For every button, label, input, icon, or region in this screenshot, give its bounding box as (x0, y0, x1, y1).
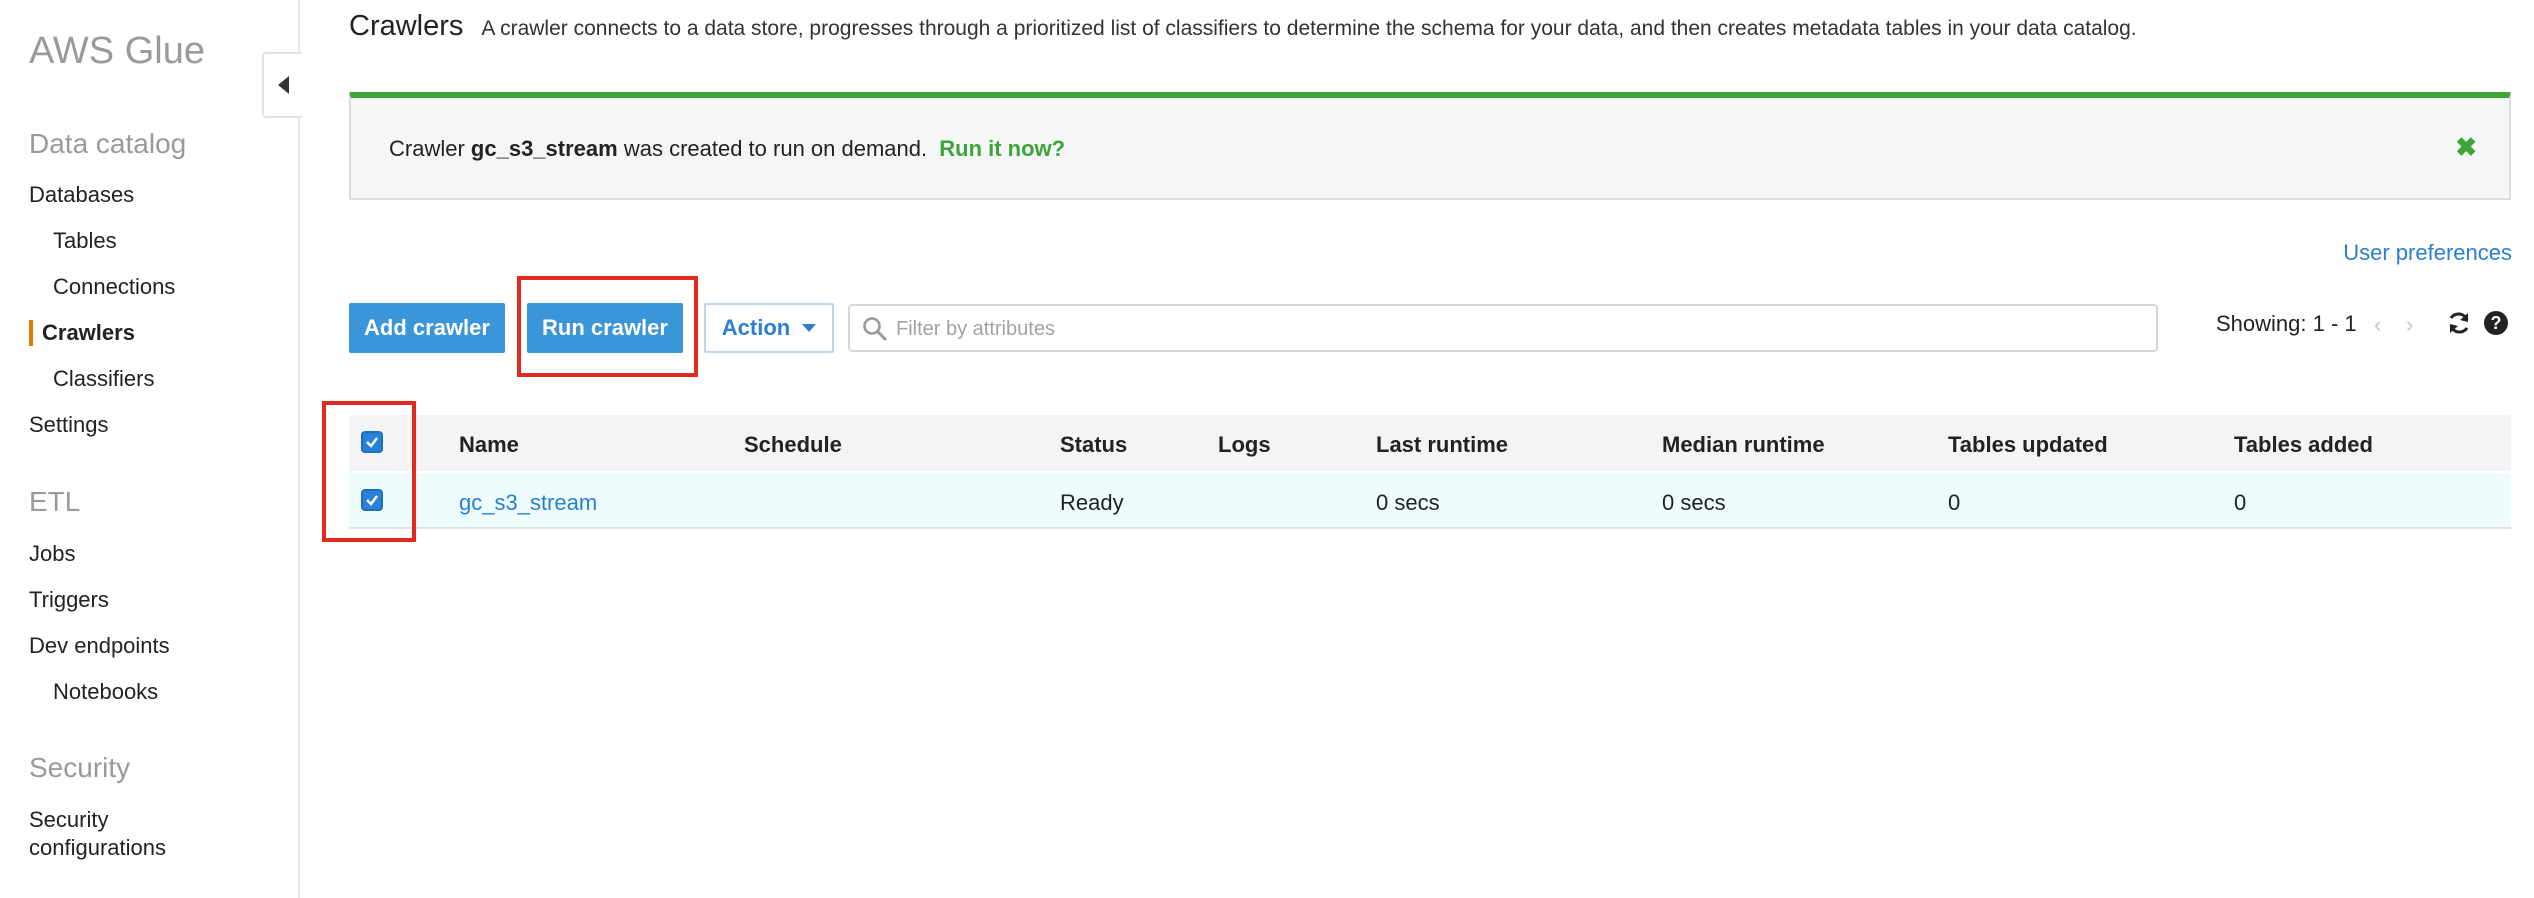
sidebar-item-classifiers[interactable]: Classifiers (53, 366, 154, 392)
col-logs[interactable]: Logs (1218, 432, 1271, 458)
action-dropdown[interactable]: Action (704, 303, 834, 353)
cell-tables-updated: 0 (1948, 490, 1961, 515)
table-header: Name Schedule Status Logs Last runtime M… (349, 415, 2511, 471)
table-row[interactable]: gc_s3_stream Ready 0 secs 0 secs 0 0 (349, 473, 2511, 529)
brand-title[interactable]: AWS Glue (29, 30, 205, 73)
sidebar-item-databases[interactable]: Databases (29, 182, 134, 208)
col-name[interactable]: Name (459, 432, 519, 458)
sidebar-item-dev-endpoints[interactable]: Dev endpoints (29, 633, 170, 659)
sidebar-item-security-configurations[interactable]: Security (29, 807, 108, 833)
pagination-status: Showing: 1 - 1 (2216, 311, 2357, 336)
sidebar-item-triggers[interactable]: Triggers (29, 587, 109, 613)
cell-status: Ready (1060, 490, 1124, 515)
run-crawler-button[interactable]: Run crawler (527, 303, 683, 353)
aws-glue-console: AWS Glue Data catalog Databases Tables C… (0, 0, 2534, 898)
page-description: A crawler connects to a data store, prog… (481, 17, 2137, 40)
sidebar-item-connections[interactable]: Connections (53, 274, 175, 300)
sidebar-item-settings[interactable]: Settings (29, 412, 109, 438)
search-icon (863, 317, 887, 341)
col-last-runtime[interactable]: Last runtime (1376, 432, 1508, 458)
col-status[interactable]: Status (1060, 432, 1127, 458)
message-suffix: was created to run on demand. (623, 136, 928, 161)
col-schedule[interactable]: Schedule (744, 432, 842, 458)
run-it-now-link[interactable]: Run it now? (939, 136, 1065, 161)
sidebar: AWS Glue Data catalog Databases Tables C… (0, 0, 300, 898)
add-crawler-button[interactable]: Add crawler (349, 303, 505, 353)
caret-down-icon (802, 324, 817, 332)
action-label: Action (721, 315, 791, 340)
sidebar-item-notebooks[interactable]: Notebooks (53, 679, 158, 705)
section-security: Security (29, 752, 131, 783)
help-icon[interactable]: ? (2484, 311, 2508, 335)
crawler-name-link[interactable]: gc_s3_stream (459, 490, 597, 516)
crawler-name: gc_s3_stream (470, 136, 618, 161)
filter-input[interactable]: Filter by attributes (848, 304, 2158, 352)
row-checkbox[interactable] (361, 489, 383, 511)
sidebar-item-crawlers[interactable]: Crawlers (42, 320, 135, 346)
section-data-catalog: Data catalog (29, 128, 187, 159)
cell-median-runtime: 0 secs (1662, 490, 1726, 515)
message-prefix: Crawler (389, 136, 465, 161)
page-header: Crawlers A crawler connects to a data sto… (349, 10, 2137, 43)
sidebar-item-tables[interactable]: Tables (53, 228, 117, 254)
cell-last-runtime: 0 secs (1376, 490, 1440, 515)
select-all-checkbox[interactable] (361, 431, 383, 453)
col-tables-added[interactable]: Tables added (2234, 432, 2373, 458)
collapse-sidebar-button[interactable] (262, 52, 302, 118)
check-icon (366, 495, 378, 506)
sidebar-item-jobs[interactable]: Jobs (29, 541, 75, 567)
page-title: Crawlers (349, 10, 464, 42)
prev-page-icon[interactable]: ‹ (2374, 312, 2381, 338)
next-page-icon[interactable]: › (2406, 312, 2413, 338)
refresh-icon[interactable] (2446, 310, 2472, 336)
check-icon (366, 437, 378, 448)
success-banner: Crawler gc_s3_stream was created to run … (349, 92, 2511, 200)
col-median-runtime[interactable]: Median runtime (1662, 432, 1825, 458)
sidebar-item-security-configurations-line2[interactable]: configurations (29, 835, 166, 861)
success-message: Crawler gc_s3_stream was created to run … (389, 136, 1065, 162)
section-etl: ETL (29, 486, 81, 517)
user-preferences-link[interactable]: User preferences (2343, 240, 2512, 266)
filter-placeholder: Filter by attributes (896, 318, 1055, 340)
col-tables-updated[interactable]: Tables updated (1948, 432, 2108, 458)
caret-left-icon (277, 76, 289, 94)
close-icon[interactable]: ✖ (2455, 132, 2477, 163)
cell-tables-added: 0 (2234, 490, 2247, 515)
active-indicator (29, 320, 33, 346)
